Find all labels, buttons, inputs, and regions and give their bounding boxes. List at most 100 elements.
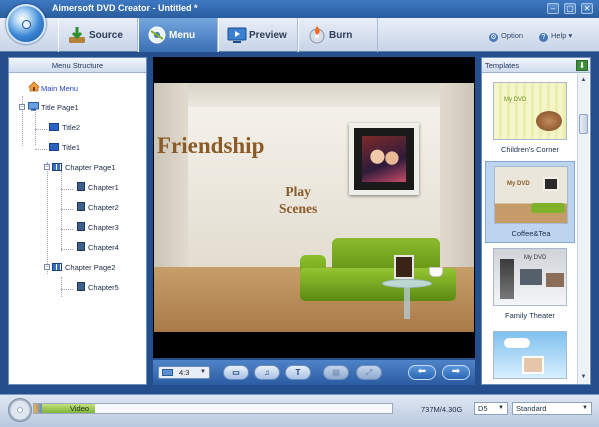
option-link[interactable]: ⚙ Option bbox=[489, 31, 523, 42]
capacity-text: 737M/4.30G bbox=[421, 405, 463, 414]
tab-burn-label: Burn bbox=[329, 30, 353, 41]
template-label: Children's Corner bbox=[500, 145, 560, 154]
tree-item-chapter-page1[interactable]: Chapter Page1 bbox=[52, 161, 115, 175]
tree-item-chapter1[interactable]: Chapter1 bbox=[77, 181, 119, 195]
tree-item-chapter3[interactable]: Chapter3 bbox=[77, 221, 119, 235]
expander-icon[interactable]: − bbox=[44, 164, 50, 170]
menu-preview: Friendship Play Scenes bbox=[153, 57, 475, 358]
scroll-down-icon[interactable]: ▼ bbox=[579, 372, 588, 382]
tree-item-title1[interactable]: Title1 bbox=[49, 141, 80, 155]
minimize-button[interactable]: – bbox=[547, 3, 559, 14]
menu-title-text[interactable]: Friendship bbox=[157, 133, 264, 159]
grid-icon bbox=[52, 263, 62, 271]
tree-item-chapter5[interactable]: Chapter5 bbox=[77, 281, 119, 295]
monitor-play-icon bbox=[227, 25, 247, 45]
help-icon: ? bbox=[539, 33, 548, 42]
thumb-text: My DVD bbox=[507, 181, 530, 187]
burn-disc-icon bbox=[307, 25, 327, 45]
expander-icon[interactable]: − bbox=[19, 104, 25, 110]
tree-item-chapter4[interactable]: Chapter4 bbox=[77, 241, 119, 255]
thumb-text: My DVD bbox=[504, 97, 527, 103]
tab-burn[interactable]: Burn bbox=[298, 18, 378, 52]
menu-disc-icon bbox=[147, 25, 167, 45]
tree-label: Title1 bbox=[62, 143, 81, 152]
help-label: Help ▾ bbox=[551, 31, 573, 40]
app-logo bbox=[6, 4, 46, 44]
text-button[interactable]: T bbox=[285, 365, 311, 380]
tree-label: Chapter1 bbox=[88, 183, 119, 192]
home-icon bbox=[28, 81, 40, 92]
tree-label: Chapter Page1 bbox=[65, 163, 116, 172]
tree-item-title-page1[interactable]: Title Page1 bbox=[28, 101, 79, 115]
tree-label: Main Menu bbox=[41, 84, 79, 93]
tree-item-chapter2[interactable]: Chapter2 bbox=[77, 201, 119, 215]
quality-value: Standard bbox=[516, 404, 547, 413]
tree-label: Chapter2 bbox=[88, 203, 119, 212]
option-label: Option bbox=[501, 31, 524, 40]
tree-item-main-menu[interactable]: Main Menu bbox=[28, 81, 78, 95]
templates-header: Templates bbox=[482, 58, 590, 73]
template-thumbnail: My DVD bbox=[493, 82, 567, 140]
capacity-bar: Video bbox=[33, 403, 393, 414]
music-button[interactable]: ♫ bbox=[254, 365, 280, 380]
quality-select[interactable]: Standard ▼ bbox=[512, 402, 592, 415]
scenes-button-text[interactable]: Scenes bbox=[279, 200, 317, 217]
tab-source-label: Source bbox=[89, 30, 123, 41]
download-templates-button[interactable]: ⬇ bbox=[576, 60, 588, 71]
monitor-icon bbox=[162, 369, 173, 376]
tree-item-title2[interactable]: Title2 bbox=[49, 121, 80, 135]
menu-structure-panel: Menu Structure Main Menu − Title Page1 T… bbox=[8, 57, 147, 385]
status-bar: Video 737M/4.30G D5 ▼ Standard ▼ bbox=[0, 394, 599, 427]
help-link[interactable]: ? Help ▾ bbox=[539, 31, 572, 42]
template-label: Coffee&Tea bbox=[511, 229, 551, 238]
play-button-text[interactable]: Play bbox=[279, 183, 317, 200]
menu-photo-frame[interactable] bbox=[349, 123, 419, 195]
main-toolbar: Source Menu Preview Burn ⚙ Option ? Help ▾ bbox=[0, 18, 599, 52]
dropdown-arrow-icon: ▼ bbox=[582, 405, 588, 411]
tree-label: Chapter4 bbox=[88, 243, 119, 252]
tree-item-chapter-page2[interactable]: Chapter Page2 bbox=[52, 261, 115, 275]
tab-preview[interactable]: Preview bbox=[218, 18, 298, 52]
prev-page-button[interactable]: ⬅ bbox=[408, 365, 436, 380]
template-childrens-corner[interactable]: My DVD Children's Corner bbox=[485, 78, 575, 160]
chapter-icon bbox=[77, 222, 85, 231]
scroll-up-icon[interactable]: ▲ bbox=[579, 75, 588, 85]
tab-preview-label: Preview bbox=[249, 30, 287, 41]
tab-source[interactable]: Source bbox=[58, 18, 138, 52]
tree-label: Chapter5 bbox=[88, 283, 119, 292]
template-coffee-tea[interactable]: My DVD Coffee&Tea bbox=[485, 161, 575, 243]
menu-buttons: Play Scenes bbox=[279, 183, 317, 217]
close-button[interactable]: ✕ bbox=[581, 3, 593, 14]
capacity-label: Video bbox=[70, 404, 90, 413]
gear-icon: ⚙ bbox=[489, 33, 498, 42]
tab-menu[interactable]: Menu bbox=[138, 18, 218, 52]
chapter-icon bbox=[77, 282, 85, 291]
tree-label: Title2 bbox=[62, 123, 81, 132]
aspect-ratio-value: 4:3 bbox=[179, 368, 190, 377]
aspect-ratio-select[interactable]: 4:3 ▼ bbox=[158, 366, 210, 379]
thumb-text: My DVD bbox=[524, 255, 547, 261]
template-family-theater[interactable]: My DVD Family Theater bbox=[485, 244, 575, 326]
thumbnail-button[interactable]: ▤ bbox=[323, 365, 349, 380]
crop-button[interactable]: ⤢ bbox=[356, 365, 382, 380]
tab-menu-label: Menu bbox=[169, 30, 196, 41]
tree-label: Title Page1 bbox=[41, 103, 79, 112]
menu-structure-header: Menu Structure bbox=[9, 58, 146, 73]
disc-type-value: D5 bbox=[478, 404, 488, 413]
next-page-button[interactable]: ➡ bbox=[442, 365, 470, 380]
templates-scrollbar[interactable]: ▲ ▼ bbox=[577, 74, 589, 384]
templates-panel: Templates ⬇ My DVD Children's Corner My … bbox=[481, 57, 591, 385]
restore-button[interactable]: ▢ bbox=[564, 3, 576, 14]
template-thumbnail bbox=[493, 331, 567, 379]
disc-type-select[interactable]: D5 ▼ bbox=[474, 402, 508, 415]
templates-title: Templates bbox=[485, 61, 520, 70]
template-item[interactable] bbox=[485, 327, 575, 382]
background-button[interactable]: ▭ bbox=[223, 365, 249, 380]
expander-icon[interactable]: − bbox=[44, 264, 50, 270]
template-thumbnail: My DVD bbox=[494, 166, 568, 224]
folder-icon bbox=[49, 123, 59, 131]
download-arrow-icon bbox=[67, 25, 87, 45]
dropdown-arrow-icon: ▼ bbox=[498, 405, 504, 411]
folder-icon bbox=[49, 143, 59, 151]
scroll-thumb[interactable] bbox=[579, 114, 588, 134]
